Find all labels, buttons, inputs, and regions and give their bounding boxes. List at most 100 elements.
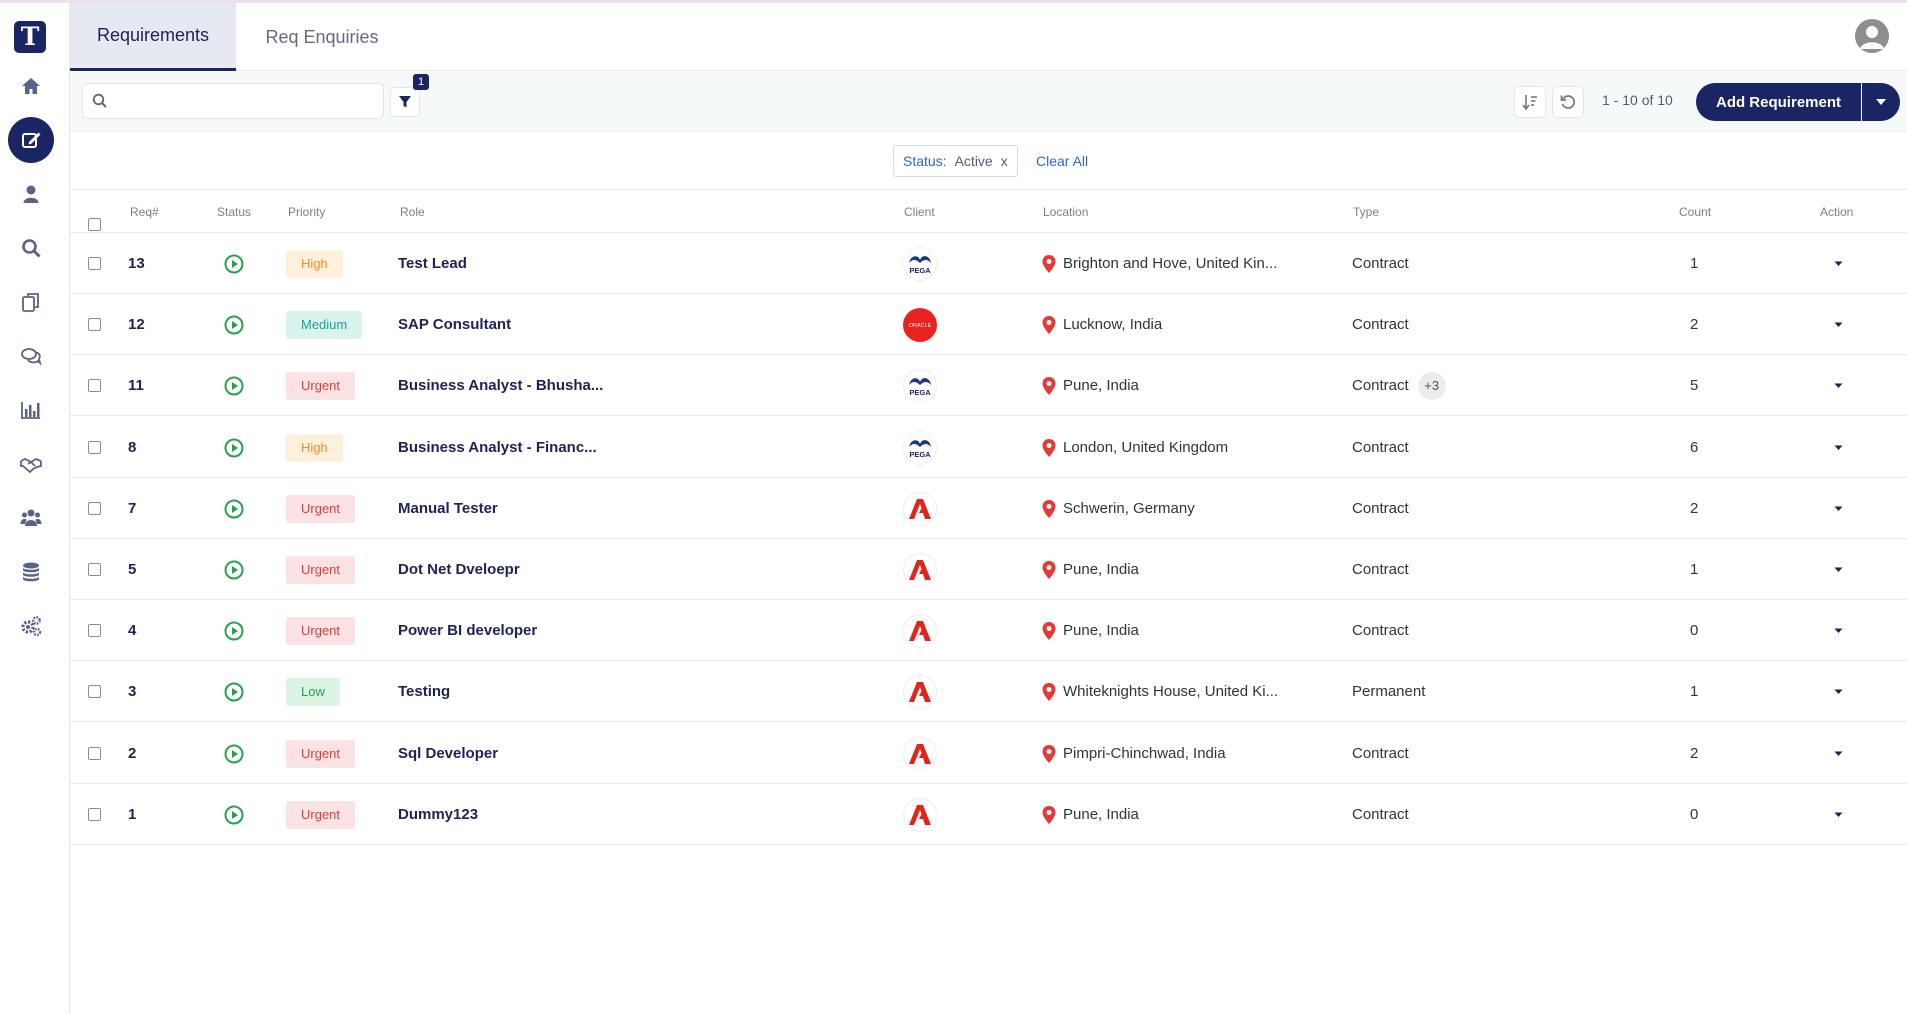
tab-req-enquiries[interactable]: Req Enquiries [236, 3, 408, 71]
header-client[interactable]: Client [904, 205, 935, 219]
role-link[interactable]: Dot Net Dveloepr [398, 539, 520, 600]
header-role[interactable]: Role [400, 205, 425, 219]
role-link[interactable]: Business Analyst - Bhusha... [398, 355, 603, 416]
sidebar-item-users[interactable] [8, 495, 54, 541]
row-checkbox[interactable] [88, 257, 101, 270]
role-link[interactable]: Dummy123 [398, 784, 478, 845]
row-action-dropdown[interactable] [1834, 784, 1843, 845]
sidebar-item-handshake[interactable] [8, 441, 54, 487]
row-checkbox[interactable] [88, 685, 101, 698]
req-number[interactable]: 12 [128, 294, 145, 355]
role-link[interactable]: Manual Tester [398, 478, 498, 539]
tab-requirements[interactable]: Requirements [70, 3, 236, 71]
row-action-dropdown[interactable] [1834, 417, 1843, 478]
table-row[interactable]: 4 Urgent Power BI developer Pune, India Cont… [70, 600, 1907, 661]
req-number[interactable]: 2 [128, 723, 136, 784]
header-req[interactable]: Req# [130, 205, 159, 219]
row-action-dropdown[interactable] [1834, 233, 1843, 294]
role-link[interactable]: Power BI developer [398, 600, 537, 661]
header-type[interactable]: Type [1353, 205, 1379, 219]
type-text: Contract [1352, 316, 1409, 333]
row-checkbox[interactable] [88, 441, 101, 454]
row-action-dropdown[interactable] [1834, 294, 1843, 355]
row-action-dropdown[interactable] [1834, 723, 1843, 784]
type-text: Contract [1352, 255, 1409, 272]
req-number[interactable]: 7 [128, 478, 136, 539]
row-action-dropdown[interactable] [1834, 600, 1843, 661]
sidebar-item-person[interactable] [8, 171, 54, 217]
more-types-badge[interactable]: +3 [1417, 371, 1446, 400]
row-checkbox[interactable] [88, 379, 101, 392]
map-pin-icon [1042, 805, 1056, 824]
sidebar-item-search[interactable] [8, 225, 54, 271]
header-count[interactable]: Count [1679, 205, 1711, 219]
row-action-dropdown[interactable] [1834, 478, 1843, 539]
pagination-info: 1 - 10 of 10 [1602, 92, 1673, 108]
count: 1 [1690, 561, 1699, 578]
row-action-dropdown[interactable] [1834, 661, 1843, 722]
table-row[interactable]: 13 High Test Lead PEGA Brighton and Hove, Un… [70, 233, 1907, 294]
table-header: Req# Status Priority Role Client Locatio… [70, 191, 1907, 233]
table-row[interactable]: 11 Urgent Business Analyst - Bhusha... PEGA… [70, 355, 1907, 416]
add-requirement-dropdown[interactable] [1862, 83, 1900, 121]
req-number[interactable]: 4 [128, 600, 136, 661]
location-text: Brighton and Hove, United Kin... [1063, 255, 1278, 272]
play-circle-icon [224, 744, 244, 763]
table-row[interactable]: 7 Urgent Manual Tester Schwerin, Germany Con… [70, 478, 1907, 539]
filter-button[interactable] [390, 87, 420, 117]
map-pin-icon [1042, 376, 1056, 395]
role-link[interactable]: Testing [398, 661, 450, 722]
header-status[interactable]: Status [217, 205, 251, 219]
table-row[interactable]: 8 High Business Analyst - Financ... PEGA Lon… [70, 417, 1907, 478]
status-filter-chip[interactable]: Status: Active x [893, 145, 1018, 177]
refresh-button[interactable] [1552, 86, 1584, 118]
sidebar-item-gears[interactable] [8, 603, 54, 649]
table-row[interactable]: 2 Urgent Sql Developer Pimpri-Chinchwad, In… [70, 723, 1907, 784]
search-icon [22, 239, 41, 258]
sidebar-item-chat[interactable] [8, 333, 54, 379]
chip-remove-button[interactable]: x [1001, 153, 1008, 169]
row-action-dropdown[interactable] [1834, 539, 1843, 600]
req-number[interactable]: 3 [128, 661, 136, 722]
sort-button[interactable] [1514, 86, 1546, 118]
type: Contract [1352, 784, 1409, 845]
search-box[interactable] [82, 83, 384, 119]
row-checkbox[interactable] [88, 502, 101, 515]
search-input[interactable] [115, 88, 377, 114]
user-avatar[interactable] [1855, 19, 1889, 53]
role-link[interactable]: Business Analyst - Financ... [398, 417, 597, 478]
type: Contract [1352, 233, 1409, 294]
map-pin-icon [1042, 621, 1056, 640]
role-link[interactable]: SAP Consultant [398, 294, 511, 355]
role-link[interactable]: Test Lead [398, 233, 467, 294]
sidebar-item-edit[interactable] [8, 117, 54, 163]
req-number[interactable]: 1 [128, 784, 136, 845]
header-priority[interactable]: Priority [288, 205, 325, 219]
sidebar-item-documents[interactable] [8, 279, 54, 325]
header-location[interactable]: Location [1043, 205, 1088, 219]
row-checkbox[interactable] [88, 563, 101, 576]
app-logo[interactable]: T [14, 21, 46, 53]
req-number[interactable]: 5 [128, 539, 136, 600]
table-row[interactable]: 5 Urgent Dot Net Dveloepr Pune, India Contra… [70, 539, 1907, 600]
sidebar-item-bar-chart[interactable] [8, 387, 54, 433]
add-requirement-button[interactable]: Add Requirement [1696, 83, 1861, 121]
req-number[interactable]: 13 [128, 233, 145, 294]
sidebar-item-database[interactable] [8, 549, 54, 595]
row-checkbox[interactable] [88, 747, 101, 760]
req-number[interactable]: 11 [128, 355, 144, 416]
sidebar-item-home[interactable] [8, 63, 54, 109]
row-checkbox[interactable] [88, 808, 101, 821]
table-row[interactable]: 1 Urgent Dummy123 Pune, India Contract 0 [70, 784, 1907, 845]
row-checkbox[interactable] [88, 318, 101, 331]
row-action-dropdown[interactable] [1834, 355, 1843, 416]
req-number[interactable]: 8 [128, 417, 136, 478]
table-row[interactable]: 3 Low Testing Whiteknights House, United Ki… [70, 661, 1907, 722]
row-checkbox[interactable] [88, 624, 101, 637]
play-circle-icon [224, 805, 244, 824]
type: Contract [1352, 294, 1409, 355]
role-link[interactable]: Sql Developer [398, 723, 498, 784]
clear-all-link[interactable]: Clear All [1036, 153, 1088, 169]
header: Requirements Req Enquiries [70, 3, 1907, 71]
table-row[interactable]: 12 Medium SAP Consultant ORACLE Lucknow, Ind… [70, 294, 1907, 355]
